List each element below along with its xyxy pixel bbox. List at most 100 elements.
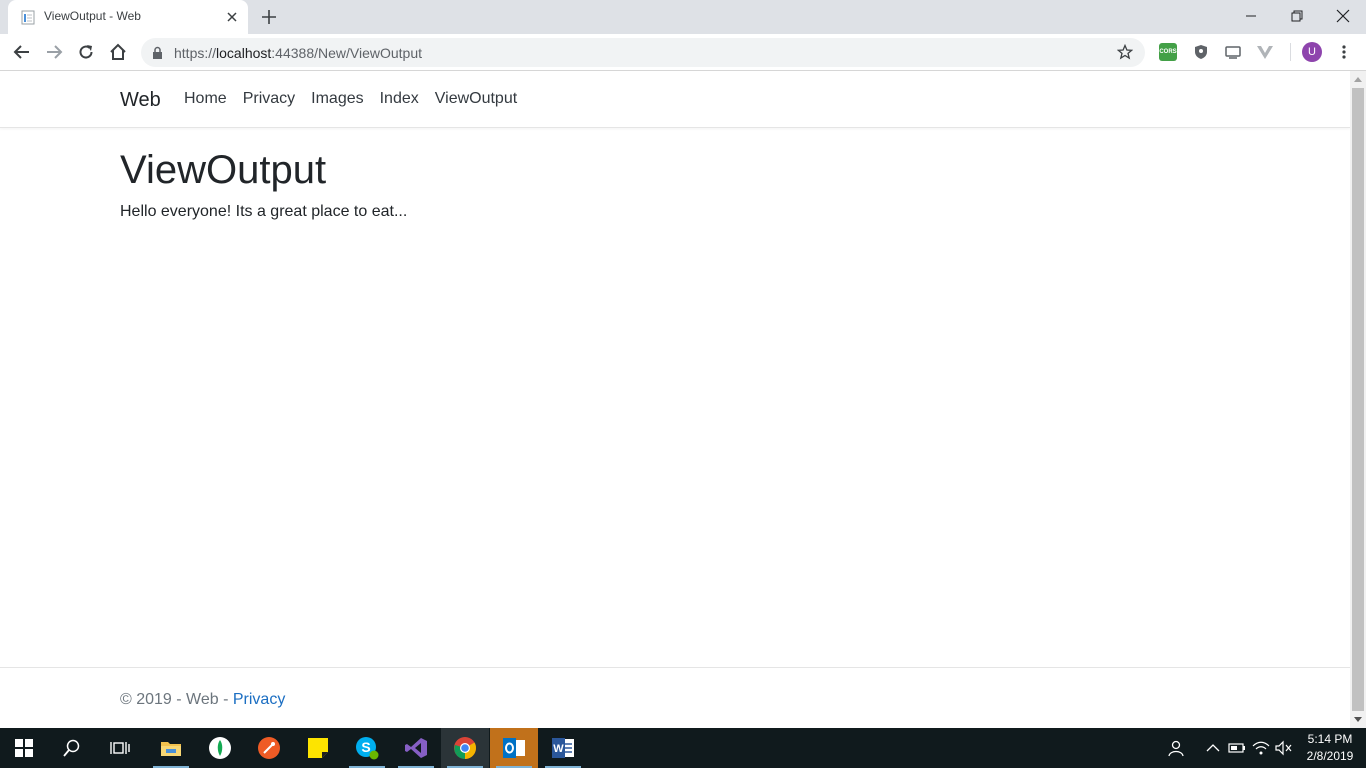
footer-copyright: © 2019 - Web -: [120, 691, 233, 708]
visual-studio-icon: [405, 738, 427, 758]
battery-tray-button[interactable]: [1227, 738, 1247, 758]
network-tray-button[interactable]: [1251, 738, 1271, 758]
outlook-icon: [503, 738, 525, 758]
mongodb-compass-icon: [209, 737, 231, 759]
back-button[interactable]: [11, 41, 33, 63]
volume-muted-icon: [1275, 740, 1292, 756]
taskbar-search-button[interactable]: [48, 728, 96, 768]
vue-logo-icon: [1257, 46, 1273, 59]
close-window-button[interactable]: [1320, 0, 1366, 32]
scroll-thumb[interactable]: [1352, 88, 1364, 711]
footer-text-container: © 2019 - Web - Privacy: [120, 691, 285, 709]
svg-text:W: W: [553, 743, 564, 755]
vue-devtools-extension-button[interactable]: [1255, 42, 1275, 62]
browser-menu-button[interactable]: [1334, 42, 1354, 62]
file-explorer-icon: [161, 742, 181, 756]
site-footer: © 2019 - Web - Privacy: [0, 667, 1350, 728]
browser-toolbar: https://localhost:44388/New/ViewOutput C…: [0, 34, 1366, 71]
footer-privacy-link[interactable]: Privacy: [233, 691, 285, 708]
reload-icon: [79, 45, 93, 59]
windows-start-icon: [15, 739, 33, 757]
toolbar-separator: [1290, 43, 1291, 61]
home-icon: [110, 43, 126, 60]
postman-icon: [258, 737, 280, 759]
shield-extension-button[interactable]: [1191, 42, 1211, 62]
show-hidden-icons-button[interactable]: [1203, 738, 1223, 758]
svg-text:S: S: [361, 739, 370, 755]
page-title: ViewOutput: [120, 148, 327, 192]
taskbar-clock[interactable]: 5:14 PM 2/8/2019: [1300, 731, 1360, 765]
task-view-icon: [110, 742, 130, 754]
nav-link-index[interactable]: Index: [380, 90, 419, 108]
nav-link-home[interactable]: Home: [184, 90, 227, 108]
page-viewport: Web Home Privacy Images Index ViewOutput…: [0, 71, 1350, 728]
sticky-notes-icon: [308, 738, 328, 758]
taskbar-mongodb-compass[interactable]: [196, 728, 244, 768]
volume-tray-button[interactable]: [1274, 738, 1294, 758]
cast-extension-button[interactable]: [1223, 42, 1243, 62]
close-icon: [1336, 9, 1350, 23]
scroll-up-arrow-icon[interactable]: [1354, 77, 1362, 82]
cors-extension-button[interactable]: CORS: [1158, 42, 1178, 62]
more-vert-icon: [1342, 45, 1346, 59]
shield-icon: [1195, 45, 1207, 59]
nav-link-privacy[interactable]: Privacy: [243, 90, 295, 108]
search-icon: [63, 739, 80, 757]
address-bar[interactable]: https://localhost:44388/New/ViewOutput: [141, 38, 1145, 67]
clock-date: 2/8/2019: [1306, 749, 1354, 763]
windows-taskbar: S W 5:14 PM 2/8/2019: [0, 728, 1366, 768]
wifi-icon: [1252, 741, 1270, 755]
people-icon: [1168, 740, 1184, 757]
forward-button[interactable]: [43, 41, 65, 63]
back-arrow-icon: [13, 45, 29, 59]
minimize-icon: [1246, 15, 1256, 17]
scroll-down-arrow-icon[interactable]: [1354, 717, 1362, 722]
cors-extension-icon: CORS: [1159, 43, 1177, 61]
chrome-icon: [454, 737, 476, 759]
tab-title: ViewOutput - Web: [44, 9, 141, 23]
taskbar-file-explorer[interactable]: [147, 728, 195, 768]
bookmark-star-icon[interactable]: [1117, 44, 1133, 60]
url-host: localhost: [216, 45, 272, 61]
new-tab-icon[interactable]: [260, 8, 278, 26]
avatar-letter: U: [1308, 46, 1316, 58]
close-tab-icon[interactable]: [224, 9, 240, 25]
page-scrollbar[interactable]: [1350, 71, 1366, 728]
nav-link-images[interactable]: Images: [311, 90, 363, 108]
word-icon: W: [552, 738, 574, 758]
url-scheme: https://: [174, 45, 217, 61]
reload-button[interactable]: [75, 41, 97, 63]
site-navbar: Web Home Privacy Images Index ViewOutput: [0, 71, 1350, 128]
browser-tab-strip: ViewOutput - Web: [0, 0, 1366, 34]
site-brand-link[interactable]: Web: [120, 89, 161, 112]
nav-link-viewoutput[interactable]: ViewOutput: [435, 90, 517, 108]
task-view-button[interactable]: [96, 728, 144, 768]
taskbar-visual-studio[interactable]: [392, 728, 440, 768]
browser-tab[interactable]: ViewOutput - Web: [8, 0, 248, 34]
chevron-up-icon: [1206, 744, 1220, 752]
site-nav-links: Home Privacy Images Index ViewOutput: [184, 90, 533, 108]
taskbar-skype[interactable]: S: [343, 728, 391, 768]
profile-avatar[interactable]: U: [1302, 42, 1322, 62]
taskbar-postman[interactable]: [245, 728, 293, 768]
battery-icon: [1228, 743, 1245, 753]
taskbar-outlook[interactable]: [490, 728, 538, 768]
minimize-window-button[interactable]: [1228, 0, 1274, 32]
skype-icon: S: [356, 737, 379, 760]
restore-icon: [1291, 10, 1303, 22]
clock-time: 5:14 PM: [1307, 732, 1353, 746]
forward-arrow-icon: [47, 45, 63, 59]
page-favicon-icon: [21, 10, 35, 25]
url-path: :44388/New/ViewOutput: [271, 45, 423, 61]
home-button[interactable]: [107, 41, 129, 63]
people-tray-button[interactable]: [1166, 738, 1186, 758]
url-text: https://localhost:44388/New/ViewOutput: [174, 45, 422, 61]
start-button[interactable]: [0, 728, 48, 768]
lock-icon[interactable]: [152, 46, 163, 59]
cors-extension-label: CORS: [1159, 49, 1177, 55]
taskbar-sticky-notes[interactable]: [294, 728, 342, 768]
taskbar-word[interactable]: W: [539, 728, 587, 768]
restore-window-button[interactable]: [1274, 0, 1320, 32]
device-icon: [1225, 46, 1241, 59]
taskbar-chrome[interactable]: [441, 728, 489, 768]
